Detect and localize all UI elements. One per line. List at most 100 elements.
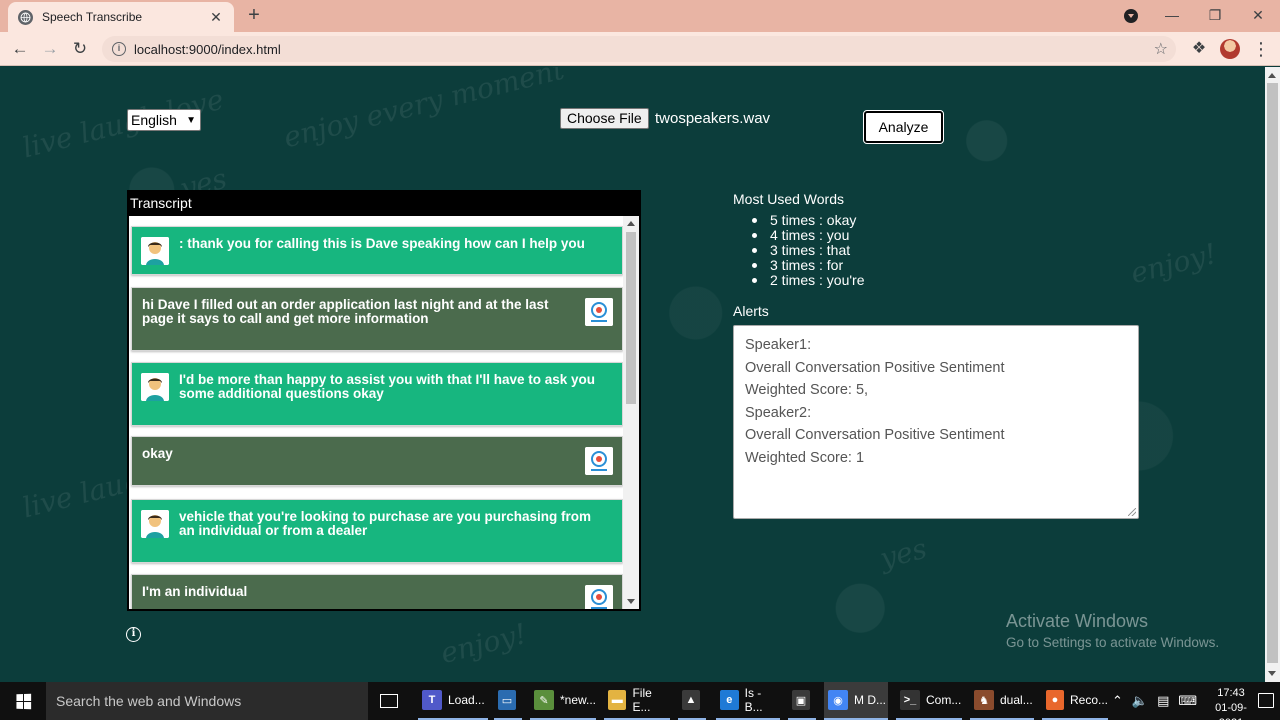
tray-chevron-up-icon[interactable]: ⌃ <box>1112 693 1123 709</box>
notepad-icon: ✎ <box>534 690 554 710</box>
task-view-icon[interactable] <box>380 694 398 708</box>
globe-icon <box>18 9 33 25</box>
background-doodle: enjoy! <box>437 616 530 671</box>
agent-message: : thank you for calling this is Dave spe… <box>131 226 623 275</box>
taskbar-app[interactable]: e Is - B... <box>716 682 780 720</box>
volume-icon[interactable]: 🔈 <box>1132 693 1148 709</box>
bookmark-star-icon[interactable]: ☆ <box>1154 39 1168 59</box>
taskbar-app[interactable]: ▣ <box>788 682 816 720</box>
forward-icon[interactable]: → <box>38 37 62 61</box>
customer-message: okay <box>131 436 623 486</box>
clock-date: 01-09-2021 <box>1215 702 1247 720</box>
customer-logo-icon <box>585 298 613 326</box>
keyboard-icon[interactable]: ⌨ <box>1178 693 1197 709</box>
activate-subtitle: Go to Settings to activate Windows. <box>1006 635 1220 650</box>
list-item: 2 times : you're <box>752 273 865 288</box>
alert-line: Speaker2: <box>745 404 812 421</box>
taskbar-app[interactable]: ▲ <box>678 682 706 720</box>
extensions-puzzle-icon[interactable]: ❖ <box>1190 40 1208 58</box>
game-icon: ♞ <box>974 690 994 710</box>
taskbar-app-label: Com... <box>926 693 962 707</box>
windows-taskbar: Search the web and Windows T Load... ▭ ✎ *ne… <box>0 682 1280 720</box>
alert-line: Speaker1: <box>745 337 812 353</box>
resize-grip-icon[interactable] <box>1128 508 1136 516</box>
background-doodle: enjoy every moment <box>280 67 568 155</box>
transcript-list[interactable]: : thank you for calling this is Dave spe… <box>129 216 623 609</box>
taskbar-app[interactable]: ◉ M D... <box>824 682 888 720</box>
agent-message: I'd be more than happy to assist you wit… <box>131 362 623 426</box>
taskbar-app[interactable]: ▭ <box>494 682 522 720</box>
taskbar-app-label: Is - B... <box>744 686 763 714</box>
chevron-down-icon: ▼ <box>186 114 196 126</box>
choose-file-button[interactable]: Choose File <box>560 108 649 129</box>
message-text: hi Dave I filled out an order applicatio… <box>142 297 549 326</box>
list-item: 4 times : you <box>752 228 865 243</box>
background-doodle: yes <box>876 531 931 576</box>
taskbar-app-label: *new... <box>559 693 596 707</box>
notification-center-icon[interactable] <box>1258 693 1274 708</box>
scroll-thumb[interactable] <box>1267 83 1278 663</box>
list-item: 5 times : okay <box>752 213 865 228</box>
alerts-textarea[interactable]: Speaker1: Overall Conversation Positive … <box>733 325 1139 519</box>
taskbar-app[interactable]: T Load... <box>418 682 488 720</box>
terminal-icon: >_ <box>900 690 920 710</box>
transcript-panel: Transcript : thank you for calling this … <box>127 190 641 611</box>
message-text: okay <box>142 446 173 461</box>
background-doodle: enjoy! <box>1127 236 1220 291</box>
browser-menu-icon[interactable]: ⋮ <box>1252 39 1270 59</box>
message-text: : thank you for calling this is Dave spe… <box>179 236 585 251</box>
url-text[interactable]: localhost:9000/index.html <box>134 42 1154 57</box>
browser-tab[interactable]: Speech Transcribe ✕ <box>8 2 234 32</box>
language-select[interactable]: English ▼ <box>127 109 201 131</box>
reload-icon[interactable]: ↻ <box>68 37 92 61</box>
scroll-down-arrow-icon[interactable] <box>627 599 635 604</box>
scroll-thumb[interactable] <box>626 232 636 404</box>
taskbar-app[interactable]: ▬ File E... <box>604 682 670 720</box>
close-window-button[interactable]: ✕ <box>1246 4 1270 26</box>
most-used-words-list: 5 times : okay 4 times : you 3 times : t… <box>752 213 865 288</box>
address-bar[interactable]: i localhost:9000/index.html ☆ <box>102 36 1176 62</box>
minimize-button[interactable]: — <box>1160 4 1184 26</box>
scroll-up-arrow-icon[interactable] <box>627 221 635 226</box>
agent-avatar-icon <box>141 237 169 265</box>
agent-message: vehicle that you're looking to purchase … <box>131 499 623 563</box>
network-icon[interactable]: ▤ <box>1157 693 1169 709</box>
site-info-icon[interactable]: i <box>112 42 126 56</box>
taskbar-app[interactable]: ✎ *new... <box>530 682 596 720</box>
tab-title: Speech Transcribe <box>42 10 143 24</box>
taskbar-app[interactable]: ♞ dual... <box>970 682 1034 720</box>
browser-tab-strip: Speech Transcribe ✕ + — ❐ ✕ <box>0 0 1280 32</box>
taskbar-app-label: M D... <box>854 693 886 707</box>
scroll-down-arrow-icon[interactable] <box>1268 671 1276 676</box>
analyze-button[interactable]: Analyze <box>863 110 944 144</box>
page-scrollbar[interactable] <box>1265 67 1280 682</box>
back-icon[interactable]: ← <box>8 37 32 61</box>
chrome-icon: ◉ <box>828 690 848 710</box>
tab-search-icon[interactable] <box>1124 9 1138 23</box>
tab-close-icon[interactable]: ✕ <box>208 9 224 26</box>
taskbar-app[interactable]: >_ Com... <box>896 682 962 720</box>
taskbar-app-label: Load... <box>448 693 485 707</box>
new-tab-button[interactable]: + <box>244 4 264 26</box>
transcript-title: Transcript <box>129 192 639 216</box>
taskbar-app-label: dual... <box>1000 693 1033 707</box>
profile-avatar[interactable] <box>1220 39 1240 59</box>
taskbar-app-label: Reco... <box>1069 693 1108 707</box>
taskbar-clock[interactable]: 17:43 01-09-2021 <box>1206 686 1256 720</box>
taskbar-search-input[interactable]: Search the web and Windows <box>46 682 368 720</box>
customer-message: I'm an individual <box>131 574 623 609</box>
teams-icon: T <box>422 690 442 710</box>
activate-windows-watermark: Activate Windows Go to Settings to activ… <box>1006 611 1219 650</box>
restore-button[interactable]: ❐ <box>1203 4 1227 26</box>
selected-file-name: twospeakers.wav <box>655 110 771 127</box>
start-button[interactable] <box>0 682 46 720</box>
scroll-up-arrow-icon[interactable] <box>1268 73 1276 78</box>
recorder-icon: ● <box>1046 690 1064 710</box>
transcript-scrollbar[interactable] <box>623 216 639 609</box>
info-icon[interactable]: i <box>126 627 141 642</box>
taskbar-app[interactable]: ● Reco... <box>1042 682 1108 720</box>
store-icon: ▣ <box>792 690 810 710</box>
customer-message: hi Dave I filled out an order applicatio… <box>131 287 623 351</box>
agent-avatar-icon <box>141 373 169 401</box>
message-text: I'm an individual <box>142 584 248 599</box>
